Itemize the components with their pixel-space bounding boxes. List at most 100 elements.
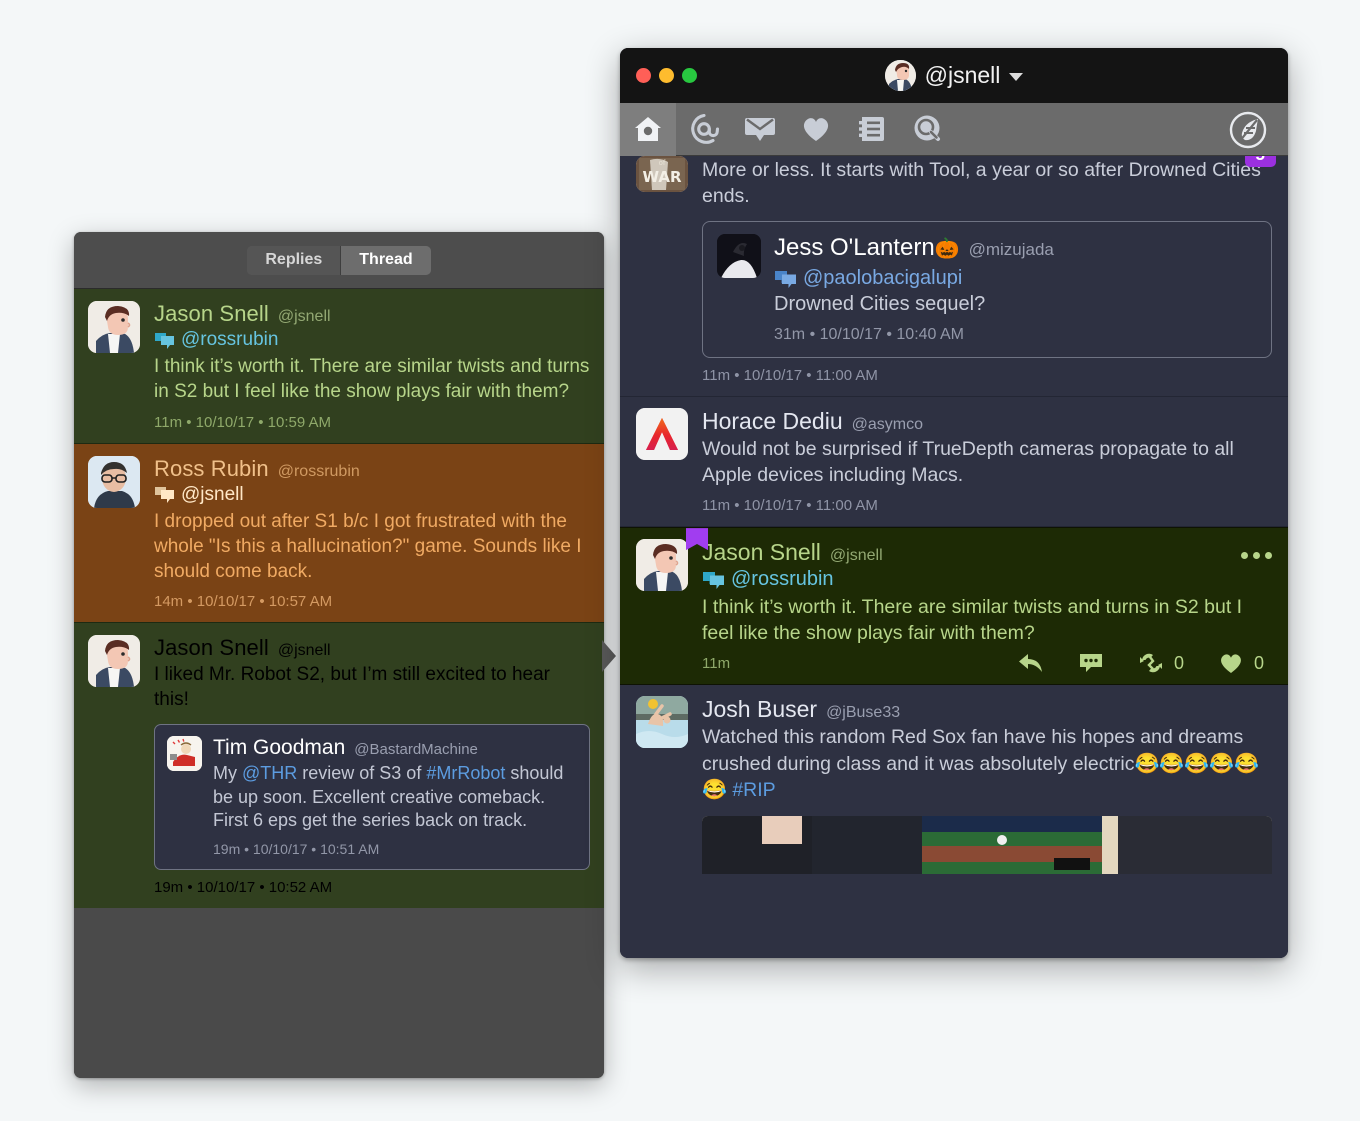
- quoted-author-handle: @mizujada: [968, 240, 1054, 260]
- unread-count-badge[interactable]: 5: [1244, 156, 1276, 167]
- zoom-button[interactable]: [682, 68, 697, 83]
- quoted-tweet-card[interactable]: Tim Goodman @BastardMachine My @THR revi…: [154, 724, 590, 871]
- segmented-control[interactable]: Replies Thread: [247, 245, 431, 275]
- dot: [1253, 552, 1260, 560]
- avatar: [636, 539, 688, 592]
- thread-tweet-jsnell-2[interactable]: Jason Snell @jsnell I liked Mr. Robot S2…: [74, 623, 604, 909]
- tweet-author-line: Jason Snell @jsnell: [154, 635, 590, 661]
- pumpkin-emoji: 🎃: [934, 238, 960, 261]
- feed-tweet-jsnell-selected[interactable]: Jason Snell @jsnell @rossrubin I think i…: [620, 527, 1288, 686]
- window-traffic-lights[interactable]: [636, 68, 697, 83]
- hashtag-rip[interactable]: #RIP: [732, 779, 775, 801]
- search-icon: [914, 115, 940, 141]
- tweet-body: Jason Snell @jsnell @rossrubin I think i…: [154, 301, 590, 431]
- reply-bubbles-icon: [155, 487, 174, 504]
- feed-tweet-jbuse33[interactable]: Josh Buser @jBuse33 Watched this random …: [620, 685, 1288, 886]
- tweet-body: Horace Dediu @asymco Would not be surpri…: [702, 408, 1272, 514]
- quoted-reply-to-handle[interactable]: @paolobacigalupi: [803, 267, 962, 290]
- quoted-author-name: Jess O'Lantern🎃: [774, 234, 960, 262]
- reply-to-handle[interactable]: @rossrubin: [731, 568, 834, 591]
- account-handle: @jsnell: [924, 62, 1001, 88]
- tweet-author-line: Jason Snell @jsnell: [702, 539, 1272, 566]
- chevron-down-icon[interactable]: [1009, 73, 1024, 81]
- quoted-body: Tim Goodman @BastardMachine My @THR revi…: [213, 736, 577, 857]
- account-switcher[interactable]: @jsnell: [620, 60, 1288, 91]
- author-handle: @jsnell: [829, 547, 883, 565]
- tweet-photo-preview[interactable]: [702, 815, 1272, 874]
- tweet-timestamp: 11m • 10/10/17 • 11:00 AM: [702, 367, 878, 385]
- reply-button[interactable]: [1018, 652, 1044, 674]
- quoted-avatar: [717, 234, 761, 279]
- toolbar-messages-button[interactable]: [732, 103, 788, 156]
- thread-tweet-list[interactable]: Jason Snell @jsnell @rossrubin I think i…: [74, 289, 604, 1078]
- toolbar-lists-button[interactable]: [844, 103, 900, 156]
- account-avatar: [884, 60, 916, 91]
- thread-tweet-rossrubin[interactable]: Ross Rubin @rossrubin @jsnell I dropped …: [74, 442, 604, 624]
- reply-to-line[interactable]: @rossrubin: [702, 568, 1272, 591]
- thread-tab-bar: Replies Thread: [74, 232, 604, 289]
- comment-button[interactable]: [1078, 652, 1104, 674]
- toolbar-search-button[interactable]: [900, 103, 956, 156]
- timeline-feed[interactable]: WAR of More or less. It starts with Tool…: [620, 156, 1288, 958]
- like-button[interactable]: 0: [1218, 652, 1264, 674]
- reply-bubbles-icon: [775, 270, 796, 288]
- tweet-text: I dropped out after S1 b/c I got frustra…: [154, 510, 582, 582]
- reply-to-line[interactable]: @jsnell: [154, 484, 590, 506]
- quoted-text: My @THR review of S3 of #MrRobot should …: [213, 762, 577, 832]
- author-handle: @asymco: [851, 416, 924, 434]
- quoted-tweet-card[interactable]: Jess O'Lantern🎃 @mizujada @paolobacigalu…: [702, 221, 1272, 359]
- quoted-author-line: Tim Goodman @BastardMachine: [213, 736, 577, 760]
- tweet-author-line: Ross Rubin @rossrubin: [154, 456, 590, 482]
- compose-button[interactable]: [1220, 103, 1276, 156]
- reply-to-handle[interactable]: @rossrubin: [181, 329, 278, 351]
- more-dots-icon[interactable]: [1241, 552, 1272, 560]
- toolbar-home-button[interactable]: [620, 102, 676, 156]
- toolbar-likes-button[interactable]: [788, 103, 844, 156]
- author-name: Josh Buser: [702, 696, 818, 723]
- tweet-timestamp: 14m • 10/10/17 • 10:57 AM: [154, 593, 333, 611]
- author-handle: @rossrubin: [277, 462, 360, 480]
- quoted-hashtag[interactable]: #MrRobot: [426, 763, 505, 783]
- heart-icon: [1221, 654, 1241, 674]
- reply-to-line[interactable]: @rossrubin: [154, 329, 590, 351]
- main-toolbar[interactable]: [620, 102, 1288, 156]
- author-handle: @jsnell: [277, 308, 331, 325]
- reply-bubbles-icon: [703, 571, 724, 589]
- action-buttons[interactable]: 0 0: [1018, 652, 1264, 674]
- toolbar-mentions-button[interactable]: [676, 103, 732, 156]
- tweet-text: I think it’s worth it. There are similar…: [702, 596, 1243, 644]
- close-button[interactable]: [636, 68, 651, 83]
- author-name: Ross Rubin: [154, 455, 269, 481]
- quoted-timestamp: 31m • 10/10/17 • 10:40 AM: [774, 326, 964, 344]
- tweet-timestamp: 11m • 10/10/17 • 11:00 AM: [702, 497, 878, 515]
- tweet-author-line: Horace Dediu @asymco: [702, 408, 1272, 435]
- minimize-button[interactable]: [659, 68, 674, 83]
- like-count: 0: [1253, 652, 1264, 673]
- quoted-reply-to-line[interactable]: @paolobacigalupi: [774, 267, 1257, 290]
- tweet-body: More or less. It starts with Tool, a yea…: [702, 156, 1272, 384]
- reply-to-handle[interactable]: @jsnell: [181, 484, 244, 506]
- dot: [1241, 552, 1248, 560]
- feed-tweet-partial[interactable]: WAR of More or less. It starts with Tool…: [620, 156, 1288, 398]
- reply-bubbles-icon: [155, 332, 174, 349]
- tab-replies[interactable]: Replies: [247, 245, 342, 275]
- tweet-timestamp: 11m • 10/10/17 • 10:59 AM: [154, 413, 332, 431]
- tweet-text: I liked Mr. Robot S2, but I’m still exci…: [154, 664, 551, 711]
- dot: [1265, 552, 1272, 560]
- tab-thread[interactable]: Thread: [341, 245, 431, 275]
- quoted-mention[interactable]: @THR: [242, 763, 297, 783]
- retweet-button[interactable]: 0: [1138, 652, 1184, 674]
- tweet-timestamp: 19m • 10/10/17 • 10:52 AM: [154, 879, 333, 897]
- tweet-body: Josh Buser @jBuse33 Watched this random …: [702, 696, 1272, 874]
- window-titlebar: @jsnell: [620, 48, 1288, 103]
- feed-tweet-asymco[interactable]: Horace Dediu @asymco Would not be surpri…: [620, 397, 1288, 528]
- tweet-body: Ross Rubin @rossrubin @jsnell I dropped …: [154, 456, 590, 611]
- author-name: Horace Dediu: [702, 408, 843, 435]
- tweet-text: More or less. It starts with Tool, a yea…: [702, 159, 1261, 207]
- quoted-author-handle: @BastardMachine: [354, 741, 478, 759]
- thread-tweet-jsnell-1[interactable]: Jason Snell @jsnell @rossrubin I think i…: [74, 289, 604, 443]
- compose-quill-icon: [1229, 111, 1267, 148]
- lists-icon: [859, 117, 884, 141]
- bookmark-flag-icon: [686, 528, 708, 551]
- author-handle: @jsnell: [277, 642, 331, 660]
